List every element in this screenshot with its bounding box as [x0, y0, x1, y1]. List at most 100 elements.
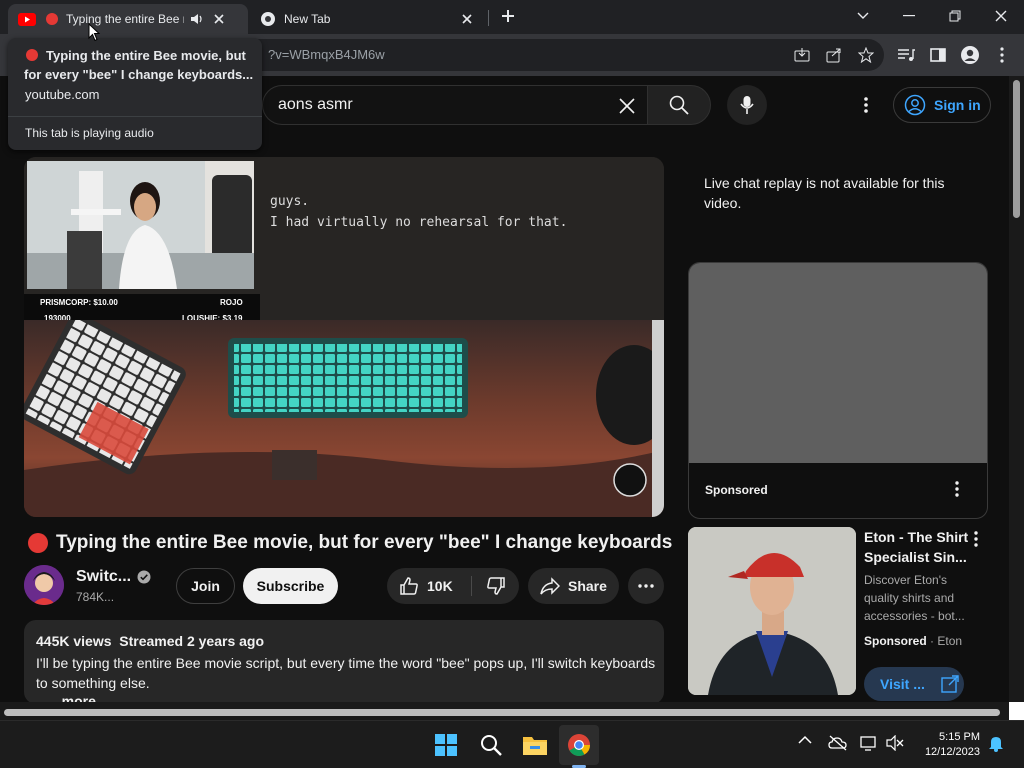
tab-new-tab[interactable]: New Tab: [254, 4, 488, 34]
editor-line: guys.: [270, 194, 310, 209]
search-query: aons asmr: [278, 96, 353, 113]
close-window-icon[interactable]: [978, 0, 1024, 32]
tab-search-icon[interactable]: [840, 0, 886, 32]
onedrive-icon[interactable]: [828, 735, 848, 751]
restore-icon[interactable]: [932, 0, 978, 32]
sponsored-label: Sponsored: [864, 634, 927, 648]
share-arrow-icon: [540, 577, 560, 595]
ad-description: Discover Eton's quality shirts and acces…: [864, 573, 965, 623]
chevron-up-icon[interactable]: [798, 735, 812, 745]
streamer-webcam: [27, 161, 254, 289]
notification-bell-icon[interactable]: [988, 734, 1004, 752]
visit-label: Visit ...: [880, 676, 925, 692]
donation-entry: ROJO: [220, 298, 243, 307]
like-button[interactable]: 10K: [387, 568, 471, 604]
sponsored-label: Sponsored: [705, 483, 768, 497]
ad-more-icon[interactable]: [945, 477, 969, 501]
chrome-menu-icon[interactable]: [988, 42, 1016, 68]
hover-card-title: Typing the entire Bee movie, but for eve…: [24, 48, 254, 82]
verified-icon: [137, 570, 151, 584]
keyboard-scene: [24, 320, 664, 517]
channel-name[interactable]: Switc...: [76, 568, 131, 586]
ad-title[interactable]: Eton - The Shirt Specialist Sin...: [864, 527, 972, 567]
search-icon[interactable]: [471, 725, 511, 765]
advertiser-name: Eton: [937, 634, 963, 648]
sign-in-label: Sign in: [934, 97, 981, 113]
sponsored-card[interactable]: Sponsored: [688, 262, 988, 519]
hover-card-domain: youtube.com: [25, 87, 100, 102]
new-tab-icon[interactable]: [500, 8, 516, 24]
clock-date: 12/12/2023: [924, 746, 980, 758]
share-button[interactable]: Share: [528, 568, 619, 604]
windows-taskbar: 5:15 PM 12/12/2023: [0, 720, 1024, 768]
tab-divider: [488, 10, 489, 26]
hover-card-audio-note: This tab is playing audio: [25, 126, 154, 140]
video-title: Typing the entire Bee movie, but for eve…: [56, 532, 673, 553]
install-app-icon[interactable]: [788, 42, 816, 68]
hover-card-divider: [8, 116, 262, 117]
scroll-thumb[interactable]: [4, 709, 1000, 716]
ad-more-icon[interactable]: [966, 529, 986, 549]
voice-search-button[interactable]: [727, 85, 767, 125]
clear-search-icon[interactable]: [613, 92, 641, 120]
subscriber-count: 784K...: [76, 590, 115, 604]
tab-youtube[interactable]: Typing the entire Bee mo: [8, 4, 248, 34]
system-clock[interactable]: 5:15 PM 12/12/2023: [918, 730, 980, 760]
ad-meta: Sponsored · Eton: [864, 634, 962, 648]
volume-muted-icon[interactable]: [886, 735, 904, 751]
minimize-icon[interactable]: [886, 0, 932, 32]
search-button[interactable]: [647, 85, 711, 125]
chrome-favicon-icon: [260, 11, 276, 27]
media-control-icon[interactable]: [892, 42, 920, 68]
subscribe-button[interactable]: Subscribe: [243, 568, 338, 604]
like-count: 10K: [427, 578, 453, 594]
search-icon: [669, 95, 689, 115]
external-link-icon: [941, 675, 959, 693]
tab-hover-card: Typing the entire Bee movie, but for eve…: [8, 38, 262, 150]
like-dislike-group: 10K: [387, 568, 519, 604]
network-icon[interactable]: [860, 735, 878, 751]
mouse-cursor-icon: [88, 23, 100, 42]
avatar[interactable]: [24, 565, 64, 605]
side-panel-icon[interactable]: [924, 42, 952, 68]
profile-icon[interactable]: [956, 42, 984, 68]
thumbs-down-icon: [486, 577, 505, 595]
chrome-taskbar-icon[interactable]: [559, 725, 599, 765]
donation-entry: PRISMCORP: $10.00: [40, 298, 118, 307]
windows-start-icon[interactable]: [426, 725, 466, 765]
audio-playing-icon[interactable]: [190, 13, 204, 25]
more-actions-icon[interactable]: [628, 568, 664, 604]
close-tab-icon[interactable]: [214, 14, 224, 24]
tab-title: Typing the entire Bee mo: [66, 12, 184, 26]
editor-line: I had virtually no rehearsal for that.: [270, 215, 568, 230]
search-input[interactable]: aons asmr: [262, 85, 647, 125]
view-stats: 445K views Streamed 2 years ago: [36, 633, 265, 649]
description-box[interactable]: 445K views Streamed 2 years ago I'll be …: [24, 620, 664, 704]
dislike-button[interactable]: [472, 568, 519, 604]
recording-dot-icon: [46, 13, 58, 25]
file-explorer-icon[interactable]: [515, 725, 555, 765]
clock-time: 5:15 PM: [939, 731, 980, 743]
youtube-favicon-icon: [18, 12, 36, 26]
thumbs-up-icon: [400, 577, 418, 595]
vertical-scrollbar[interactable]: [1009, 76, 1024, 702]
scroll-thumb[interactable]: [1013, 80, 1020, 218]
share-label: Share: [568, 578, 607, 594]
join-button[interactable]: Join: [176, 568, 235, 604]
chat-unavailable-message: Live chat replay is not available for th…: [704, 175, 945, 211]
scroll-corner: [1009, 702, 1024, 720]
tab-title: New Tab: [284, 12, 331, 26]
visit-site-button[interactable]: Visit ...: [864, 667, 964, 701]
share-page-icon[interactable]: [820, 42, 848, 68]
settings-more-icon[interactable]: [852, 90, 880, 120]
horizontal-scrollbar[interactable]: [0, 702, 1009, 720]
tab-strip: Typing the entire Bee mo New Tab: [0, 0, 1024, 34]
ad-thumbnail[interactable]: [688, 527, 856, 695]
bookmark-star-icon[interactable]: [852, 42, 880, 68]
video-player[interactable]: guys. I had virtually no rehearsal for t…: [24, 157, 664, 517]
sign-in-button[interactable]: Sign in: [893, 87, 991, 123]
live-indicator-icon: [28, 533, 48, 553]
close-tab-icon[interactable]: [462, 14, 472, 24]
ad-media-placeholder: [689, 263, 987, 463]
description-text: I'll be typing the entire Bee movie scri…: [36, 655, 656, 691]
